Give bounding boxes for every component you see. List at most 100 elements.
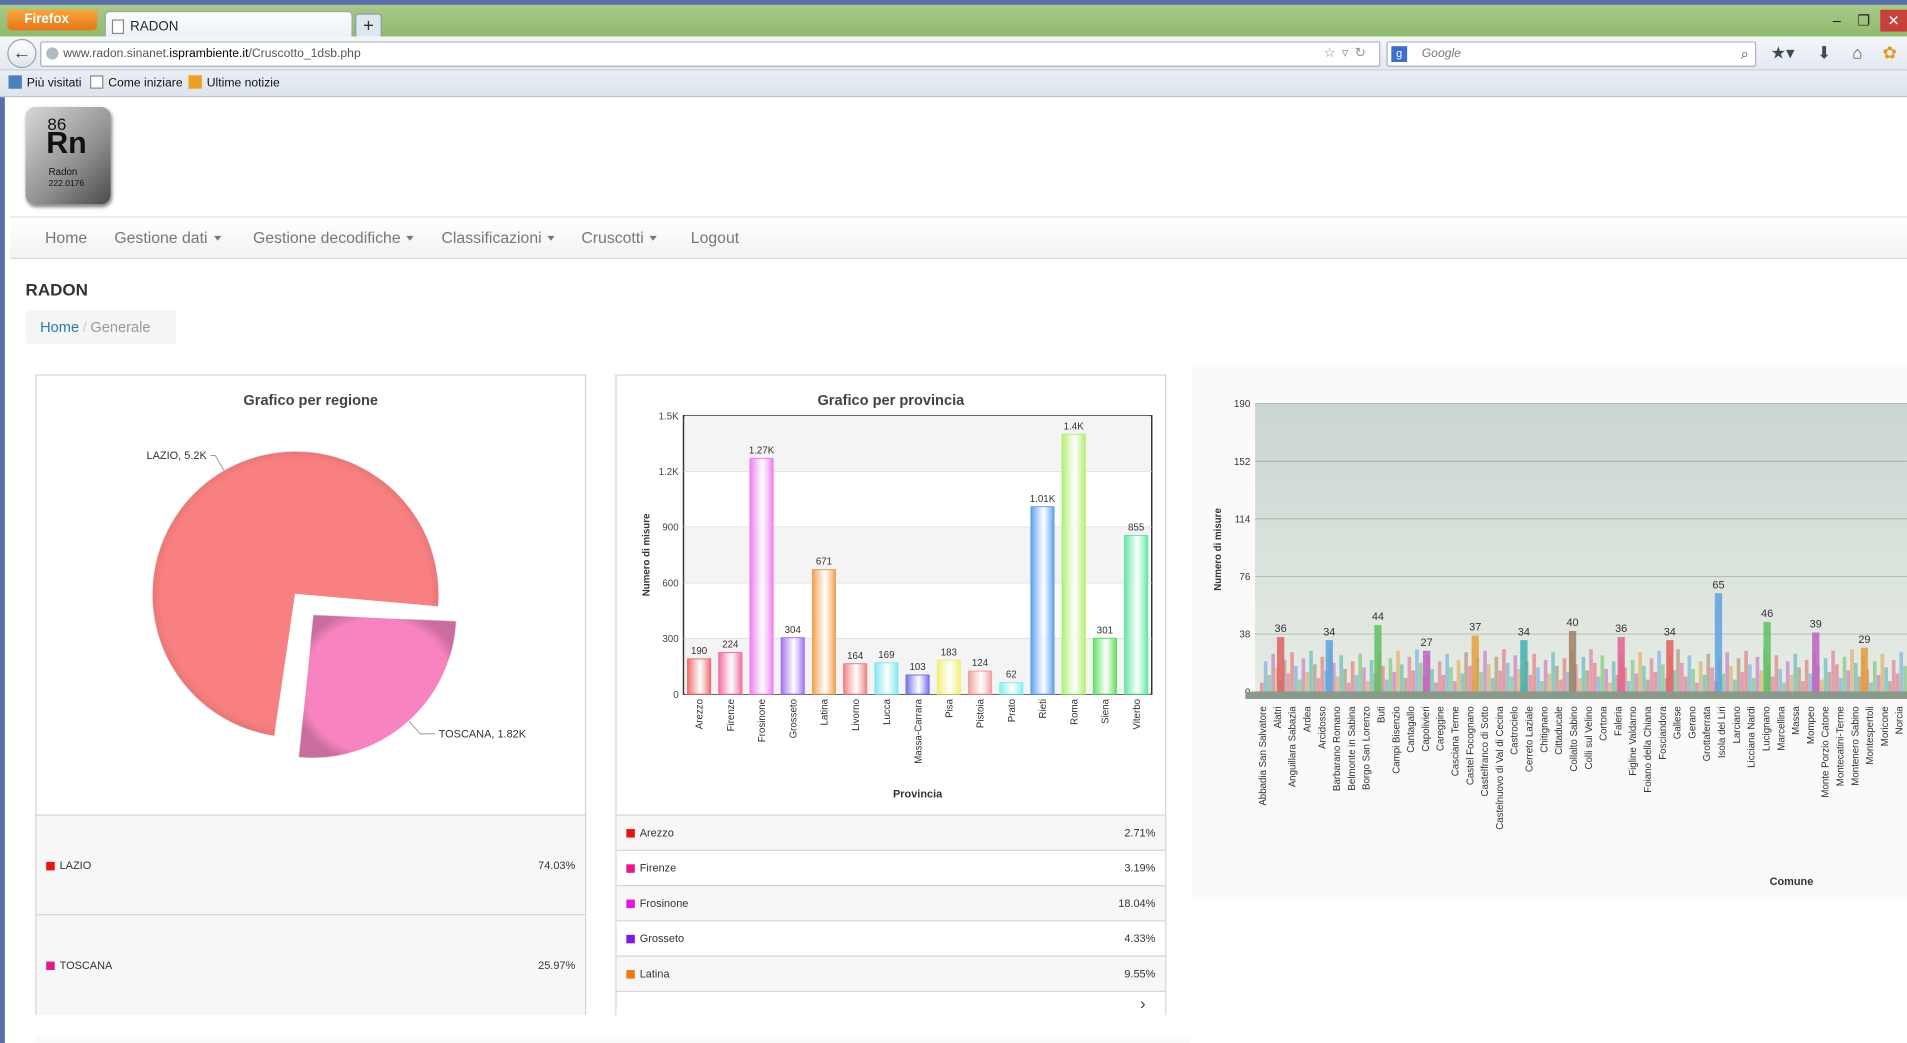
comune-bar: [1872, 661, 1877, 692]
close-icon[interactable]: ✕: [1880, 9, 1907, 32]
x-tick-label: Mompeo: [1806, 706, 1817, 744]
logo-symbol: Rn: [46, 126, 87, 161]
x-tick-label: Siena: [1101, 698, 1112, 723]
comune-bar: [1346, 682, 1351, 692]
bar-siena: [1092, 637, 1117, 695]
bar-value-label: 29: [1858, 634, 1870, 646]
bookmark-ultime-notizie[interactable]: Ultime notizie: [188, 75, 280, 90]
x-tick-label: Norcia: [1895, 706, 1906, 735]
search-engine-icon[interactable]: g: [1391, 46, 1408, 62]
comune-bar: [1449, 667, 1453, 692]
nav-gestione-dati[interactable]: Gestione dati: [114, 229, 221, 247]
x-tick-label: Borgo San Lorenzo: [1362, 706, 1373, 790]
x-tick-label: Figline Valdarno: [1628, 706, 1639, 775]
x-tick-label: Arcidosso: [1317, 706, 1328, 749]
comune-bar: [1884, 667, 1888, 692]
new-tab-button[interactable]: +: [355, 13, 382, 39]
chevron-right-icon[interactable]: ›: [1140, 993, 1146, 1012]
bar-value-label: 27: [1421, 637, 1433, 649]
province-legend-row[interactable]: Grosseto 4.33%: [616, 920, 1166, 956]
y-tick-label: 300: [662, 634, 679, 645]
nav-label: Gestione dati: [114, 228, 208, 247]
comune-bar: [1710, 667, 1714, 692]
comune-bar: [1358, 653, 1362, 692]
comune-bar-highlight: [1812, 632, 1820, 692]
radon-logo[interactable]: 86 Rn Radon 222.0176: [25, 106, 111, 205]
search-icon[interactable]: ⌕: [1741, 43, 1749, 66]
y-tick-label: 1.2K: [659, 467, 680, 478]
bar-value-label: 301: [1097, 625, 1113, 636]
comune-bar: [1399, 664, 1404, 692]
bar-lucca: [874, 662, 899, 695]
nav-classificazioni[interactable]: Classificazioni: [441, 229, 556, 247]
comune-bar: [1604, 668, 1608, 692]
comune-bar: [1846, 670, 1851, 692]
firefox-menu-button[interactable]: Firefox: [7, 9, 98, 31]
bar-value-label: 36: [1615, 623, 1627, 635]
bookmark-come-iniziare[interactable]: Come iniziare: [89, 75, 183, 90]
y-tick-label: 1.5K: [659, 411, 680, 422]
addon-icon[interactable]: ✿: [1883, 43, 1897, 64]
comune-bar: [1785, 661, 1790, 692]
bottom-panel-edge: [35, 1035, 1191, 1043]
comune-bar: [1778, 668, 1782, 692]
nav-logout[interactable]: Logout: [691, 229, 739, 247]
province-legend-row[interactable]: Firenze 3.19%: [616, 849, 1166, 885]
search-input[interactable]: g Google ⌕: [1386, 41, 1757, 67]
comune-bar: [1407, 656, 1412, 692]
province-legend-row[interactable]: Arezzo 2.71%: [616, 814, 1166, 850]
pie-label-connector: [408, 720, 436, 735]
x-tick-label: Viterbo: [1132, 699, 1143, 730]
y-tick-label: 114: [1235, 514, 1251, 525]
x-tick-label: Larciano: [1732, 706, 1743, 743]
nav-gestione-decodifiche[interactable]: Gestione decodifiche: [253, 229, 415, 247]
breadcrumb-home[interactable]: Home: [40, 318, 79, 335]
region-legend-row-lazio[interactable]: LAZIO 74.03%: [36, 814, 585, 915]
bar-value-label: 671: [816, 557, 832, 568]
comune-bar: [1732, 679, 1737, 692]
bar-value-label: 1.01K: [1030, 494, 1056, 505]
comune-bar: [1831, 650, 1835, 692]
province-legend-row[interactable]: Frosinone 18.04%: [616, 884, 1166, 921]
bar-value-label: 103: [910, 662, 926, 673]
comune-bar: [1774, 655, 1779, 692]
region-legend-row-toscana[interactable]: TOSCANA 25.97%: [36, 914, 585, 1016]
comune-bar: [1294, 665, 1298, 692]
bookmark-star-icon[interactable]: ☆: [1324, 46, 1342, 61]
x-tick-label: Arezzo: [695, 699, 706, 729]
comune-bar: [1676, 649, 1680, 692]
nav-cruscotti[interactable]: Cruscotti: [581, 229, 658, 247]
x-tick-label: Massa-Carrara: [913, 698, 924, 763]
comune-bar: [1543, 659, 1548, 692]
reload-icon[interactable]: ↻: [1355, 46, 1372, 61]
bar-prato: [999, 682, 1024, 695]
nav-home[interactable]: Home: [45, 229, 87, 247]
comune-bar: [1691, 668, 1695, 692]
x-tick-label: Grottaferrata: [1702, 706, 1713, 762]
comune-bar: [1736, 658, 1741, 692]
site-identity-icon[interactable]: [46, 47, 59, 60]
comune-bar: [1880, 653, 1885, 692]
x-tick-label: Campi Bisenzio: [1391, 706, 1402, 774]
comune-bar-highlight: [1617, 637, 1625, 692]
browser-toolbar: ← www.radon.sinanet.isprambiente.it/Crus…: [0, 36, 1907, 71]
comune-bar: [1305, 671, 1310, 692]
bookmarks-menu-icon[interactable]: ★▾: [1771, 43, 1795, 64]
comune-bar: [1483, 650, 1487, 692]
home-icon[interactable]: ⌂: [1852, 43, 1862, 62]
comune-bar: [1532, 653, 1537, 692]
downloads-icon[interactable]: ⬇: [1817, 43, 1831, 64]
restore-icon[interactable]: ❐: [1857, 12, 1870, 29]
bar-value-label: 36: [1275, 623, 1287, 635]
back-arrow-icon[interactable]: ←: [7, 38, 37, 69]
page-icon: [89, 75, 104, 89]
comune-bar: [1354, 675, 1359, 692]
history-dropdown-icon[interactable]: ▿: [1342, 46, 1355, 61]
url-bar[interactable]: www.radon.sinanet.isprambiente.it/Crusco…: [40, 41, 1381, 67]
comune-bar: [1698, 661, 1703, 692]
minimize-icon[interactable]: –: [1833, 12, 1841, 29]
bookmark-piu-visitati[interactable]: Più visitati: [8, 75, 82, 90]
province-legend-row[interactable]: Latina 9.55%: [616, 955, 1166, 991]
y-tick-label: 190: [1234, 399, 1251, 410]
comune-bar: [1596, 676, 1601, 692]
